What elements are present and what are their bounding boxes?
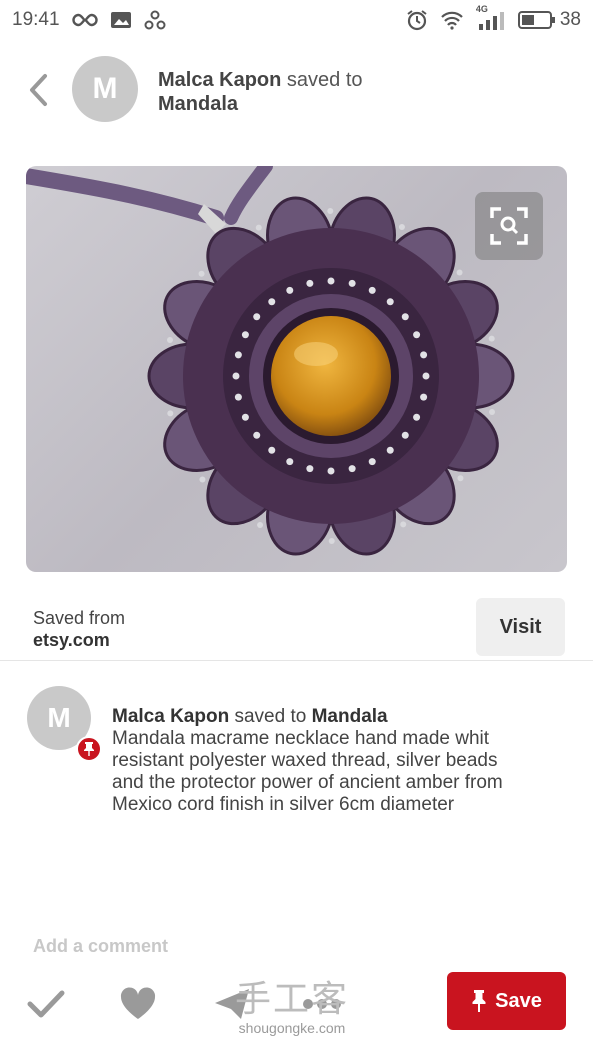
visual-search-button[interactable] xyxy=(475,192,543,260)
pin-icon xyxy=(84,742,94,756)
check-icon xyxy=(27,990,65,1018)
activity-header: Malca Kapon saved to Mandala xyxy=(112,706,512,728)
alarm-icon xyxy=(406,9,428,31)
status-time: 19:41 xyxy=(12,9,60,30)
share-node-icon xyxy=(144,10,166,30)
pin-header: M Malca Kapon saved to Mandala xyxy=(0,48,593,132)
watermark: 手工客 shougongke.com xyxy=(212,979,372,1037)
status-bar: 19:41 4G 38 xyxy=(0,0,593,40)
pin-badge xyxy=(76,736,102,762)
battery-icon: 38 xyxy=(517,9,581,31)
pin-icon xyxy=(472,990,486,1012)
activity-saved-to-text: saved to xyxy=(234,706,307,727)
network-type: 4G xyxy=(475,4,488,14)
battery-level: 38 xyxy=(559,9,581,30)
header-board-name[interactable]: Mandala xyxy=(158,93,238,115)
visit-button[interactable]: Visit xyxy=(476,598,565,656)
pin-image[interactable] xyxy=(26,166,567,572)
image-icon xyxy=(110,11,132,29)
infinity-icon xyxy=(71,13,98,27)
signal-icon: 4G xyxy=(476,4,506,30)
visual-search-icon xyxy=(490,207,528,245)
like-button[interactable] xyxy=(116,982,160,1026)
back-chevron-icon xyxy=(30,74,47,106)
done-button[interactable] xyxy=(24,982,68,1026)
watermark-url: shougongke.com xyxy=(238,1020,346,1036)
save-label: Save xyxy=(495,989,542,1012)
source-domain-link[interactable]: etsy.com xyxy=(33,630,110,651)
save-button[interactable]: Save xyxy=(447,972,566,1030)
activity-block: Malca Kapon saved to Mandala Mandala mac… xyxy=(112,706,512,816)
activity-avatar-letter: M xyxy=(47,702,71,733)
heart-icon xyxy=(120,987,156,1019)
wifi-icon xyxy=(440,10,464,30)
activity-board-name[interactable]: Mandala xyxy=(312,706,388,727)
header-saved-to-text: saved to xyxy=(286,69,363,91)
pin-description: Mandala macrame necklace hand made whit … xyxy=(112,728,503,815)
user-avatar[interactable]: M xyxy=(72,56,138,122)
divider xyxy=(0,660,593,661)
watermark-title: 手工客 xyxy=(234,979,349,1020)
avatar-letter: M xyxy=(92,72,118,105)
header-attribution: Malca Kapon saved to Mandala xyxy=(158,68,363,116)
activity-user-name[interactable]: Malca Kapon xyxy=(112,706,229,727)
header-user-name[interactable]: Malca Kapon xyxy=(158,69,281,91)
add-comment-input[interactable]: Add a comment xyxy=(33,936,168,957)
saved-from-label: Saved from xyxy=(33,608,126,628)
source-row: Saved from etsy.com Visit xyxy=(0,596,593,660)
back-button[interactable] xyxy=(20,70,56,110)
